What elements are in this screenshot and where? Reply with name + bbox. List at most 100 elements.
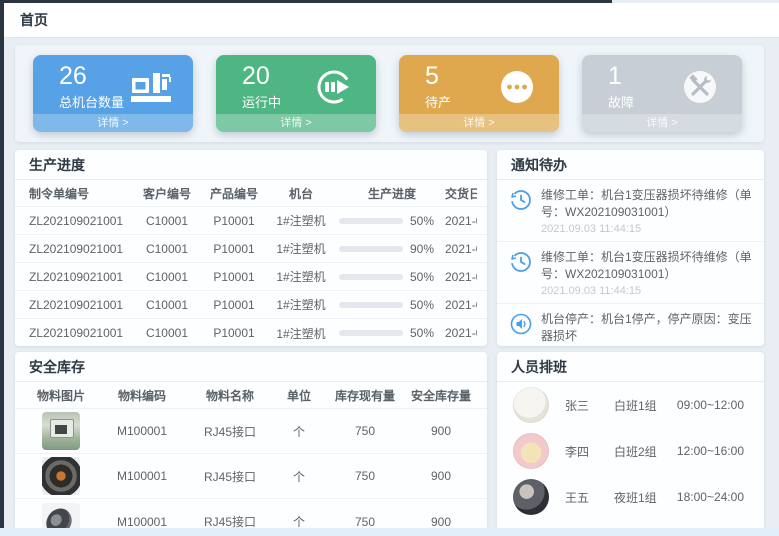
table-row[interactable]: M100001 RJ45接口 个 750 900	[15, 454, 487, 499]
production-progress-panel: 生产进度 制令单编号 客户编号 产品编号 机台 生产进度 交货日期 ZL2021…	[15, 150, 487, 346]
stat-card-running[interactable]: 20 运行中 详情 >	[216, 55, 376, 132]
stat-card-fault[interactable]: 1 故障 详情 >	[582, 55, 742, 132]
delivery-date: 2021-09-10	[445, 298, 477, 312]
stat-label: 待产	[425, 92, 451, 111]
panel-title: 人员排班	[511, 357, 567, 377]
table-row[interactable]: M100001 RJ45接口 个 750 900	[15, 409, 487, 454]
col-header: 物料名称	[187, 387, 273, 404]
stat-value: 20	[242, 62, 281, 91]
shift-label: 白班2组	[614, 443, 677, 460]
schedule-row[interactable]: 张三 白班1组 09:00~12:00	[497, 382, 764, 428]
progress-label: 50%	[410, 214, 434, 228]
panel-header: 人员排班	[497, 352, 764, 382]
product-no: P10001	[199, 298, 269, 312]
shift-label: 白班1组	[614, 397, 677, 414]
stat-label: 故障	[608, 92, 634, 111]
detail-link[interactable]: 详情 >	[399, 114, 559, 132]
customer-no: C10001	[135, 270, 199, 284]
progress-cell: 50%	[333, 270, 445, 284]
machine-name: 1#注塑机	[269, 296, 333, 313]
product-no: P10001	[199, 270, 269, 284]
personnel-schedule-panel: 人员排班 张三 白班1组 09:00~12:00 李四 白班2组 12:00~1…	[497, 352, 764, 530]
table-header-row: 制令单编号 客户编号 产品编号 机台 生产进度 交货日期	[15, 180, 487, 207]
avatar	[513, 479, 549, 515]
shift-time: 18:00~24:00	[677, 490, 748, 504]
material-code: M100001	[97, 515, 187, 529]
stat-card-total-machines[interactable]: 26 总机台数量 详情 >	[33, 55, 193, 132]
stat-cards-container: 26 总机台数量 详情 > 20 运行中	[15, 45, 764, 142]
panel-title: 安全库存	[29, 357, 85, 377]
product-no: P10001	[199, 242, 269, 256]
material-name: RJ45接口	[187, 423, 273, 440]
table-row[interactable]: ZL202109021001 C10001 P10001 1#注塑机 50% 2…	[15, 207, 487, 235]
shift-time: 09:00~12:00	[677, 398, 748, 412]
machine-name: 1#注塑机	[269, 240, 333, 257]
table-row[interactable]: ZL202109021001 C10001 P10001 1#注塑机 50% 2…	[15, 319, 487, 346]
notification-text: 机台停产：机台1停产，停产原因：变压器损坏	[541, 311, 752, 346]
safety-qty: 900	[405, 515, 477, 529]
detail-link[interactable]: 详情 >	[582, 114, 742, 132]
table-row[interactable]: ZL202109021001 C10001 P10001 1#注塑机 50% 2…	[15, 263, 487, 291]
stat-card-waiting[interactable]: 5 待产 详情 >	[399, 55, 559, 132]
col-header: 单位	[273, 387, 325, 404]
progress-bar	[339, 218, 403, 224]
detail-link-label: 详情 >	[646, 117, 677, 129]
product-no: P10001	[199, 214, 269, 228]
table-header-row: 物料图片 物料编码 物料名称 单位 库存现有量 安全库存量	[15, 382, 487, 409]
col-header: 机台	[269, 185, 333, 202]
table-row[interactable]: M100001 RJ45接口 个 750 900	[15, 499, 487, 530]
order-no: ZL202109021001	[25, 242, 135, 256]
order-no: ZL202109021001	[25, 298, 135, 312]
progress-cell: 50%	[333, 214, 445, 228]
detail-link[interactable]: 详情 >	[216, 114, 376, 132]
detail-link-label: 详情 >	[463, 117, 494, 129]
col-header: 制令单编号	[25, 185, 135, 202]
detail-link[interactable]: 详情 >	[33, 114, 193, 132]
material-unit: 个	[273, 423, 325, 440]
table-row[interactable]: ZL202109021001 C10001 P10001 1#注塑机 90% 2…	[15, 235, 487, 263]
table-row[interactable]: ZL202109021001 C10001 P10001 1#注塑机 50% 2…	[15, 291, 487, 319]
progress-label: 90%	[410, 242, 434, 256]
progress-label: 50%	[410, 326, 434, 340]
inventory-table: 物料图片 物料编码 物料名称 单位 库存现有量 安全库存量 M100001 RJ…	[15, 382, 487, 530]
horizontal-scrollbar[interactable]	[0, 528, 779, 536]
window-top-edge	[0, 0, 612, 3]
machine-icon	[129, 65, 173, 109]
shift-time: 12:00~16:00	[677, 444, 748, 458]
col-header: 库存现有量	[325, 387, 405, 404]
delivery-date: 2021-09-10	[445, 270, 477, 284]
material-unit: 个	[273, 468, 325, 485]
order-no: ZL202109021001	[25, 326, 135, 340]
order-no: ZL202109021001	[25, 270, 135, 284]
machine-name: 1#注塑机	[269, 212, 333, 229]
progress-label: 50%	[410, 270, 434, 284]
notifications-panel: 通知待办 维修工单：机台1变压器损坏待维修（单号：WX202109031001）…	[497, 150, 764, 346]
stat-value: 1	[608, 62, 634, 91]
notification-item[interactable]: 维修工单：机台1变压器损坏待维修（单号：WX202109031001） 2021…	[497, 180, 764, 242]
panel-title: 生产进度	[29, 155, 85, 175]
clock-icon	[509, 188, 533, 212]
production-table: 制令单编号 客户编号 产品编号 机台 生产进度 交货日期 ZL202109021…	[15, 180, 487, 346]
material-photo-speaker	[42, 457, 80, 495]
progress-cell: 50%	[333, 326, 445, 340]
material-code: M100001	[97, 469, 187, 483]
progress-bar	[339, 330, 403, 336]
avatar	[513, 387, 549, 423]
detail-link-label: 详情 >	[280, 117, 311, 129]
col-header: 交货日期	[445, 185, 477, 202]
progress-cell: 90%	[333, 242, 445, 256]
machine-name: 1#注塑机	[269, 325, 333, 342]
panel-header: 安全库存	[15, 352, 487, 382]
progress-label: 50%	[410, 298, 434, 312]
page-header: 首页	[4, 3, 779, 38]
schedule-row[interactable]: 李四 白班2组 12:00~16:00	[497, 428, 764, 474]
schedule-row[interactable]: 王五 夜班1组 18:00~24:00	[497, 474, 764, 520]
customer-no: C10001	[135, 326, 199, 340]
notification-item[interactable]: 机台停产：机台1停产，停产原因：变压器损坏 2021.09.03 11:44:1…	[497, 304, 764, 346]
running-icon	[312, 65, 356, 109]
notification-item[interactable]: 维修工单：机台1变压器损坏待维修（单号：WX202109031001） 2021…	[497, 242, 764, 304]
stat-label: 运行中	[242, 92, 281, 111]
customer-no: C10001	[135, 214, 199, 228]
progress-bar	[339, 302, 403, 308]
panel-header: 通知待办	[497, 150, 764, 180]
